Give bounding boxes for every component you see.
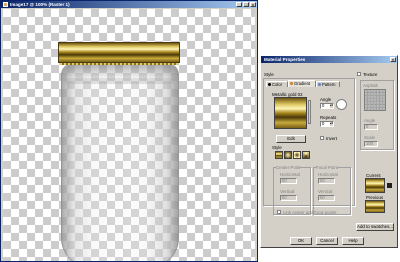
style-linear-button[interactable] — [275, 151, 283, 159]
texture-checkbox[interactable] — [357, 72, 361, 76]
dialog-close-button[interactable]: × — [390, 57, 396, 62]
close-button[interactable]: × — [250, 2, 256, 7]
center-vertical-label: Vertical — [280, 189, 295, 194]
cancel-button[interactable]: Cancel — [316, 237, 338, 245]
image-icon — [3, 2, 8, 7]
link-points-checkbox[interactable] — [277, 210, 281, 214]
invert-checkbox[interactable] — [320, 136, 324, 140]
gradient-preview[interactable] — [274, 97, 307, 129]
image-canvas[interactable] — [3, 9, 255, 261]
jar-lid — [58, 42, 180, 63]
style-rectangular-button[interactable] — [284, 151, 292, 159]
help-button[interactable]: Help — [342, 237, 364, 245]
gradient-style-label: Style — [272, 145, 282, 150]
repeats-spinner[interactable]: 0 ▴▾ — [320, 121, 334, 127]
tab-color[interactable]: Color — [266, 81, 288, 87]
maximize-button[interactable]: □ — [243, 2, 249, 7]
style-label: Style — [264, 72, 274, 77]
style-sunburst-button[interactable] — [293, 151, 301, 159]
color-tab-icon — [268, 83, 271, 86]
image-window-titlebar[interactable]: Image17 @ 100% (Raster 1) _ □ × — [1, 1, 257, 8]
angle-dial[interactable] — [336, 99, 347, 110]
swap-icon[interactable] — [387, 183, 392, 188]
focal-horizontal-label: Horizontal — [318, 172, 338, 177]
angle-label: Angle — [320, 97, 332, 102]
texture-name-label: Asphalt — [363, 83, 378, 88]
angle-spinner[interactable]: 0 ▴▾ — [320, 103, 334, 109]
tab-gradient[interactable]: Gradient — [288, 80, 316, 87]
style-radial-button[interactable] — [302, 151, 310, 159]
texture-angle-label: Angle — [364, 118, 376, 123]
repeats-label: Repeats — [320, 115, 337, 120]
dialog-title: Material Properties — [264, 57, 306, 62]
focal-horizontal-spinner[interactable]: 50 — [318, 178, 335, 184]
jar-neck — [62, 64, 178, 78]
gradient-tab-icon — [290, 82, 293, 85]
center-horizontal-spinner[interactable]: 50 — [280, 178, 297, 184]
texture-scale-label: Scale — [364, 135, 375, 140]
link-points-label: Link center and focal points — [283, 210, 337, 215]
image-window: Image17 @ 100% (Raster 1) _ □ × — [0, 0, 258, 262]
focal-point-label: Focal Point — [316, 165, 338, 170]
pattern-tab-icon — [318, 83, 321, 86]
texture-preview[interactable] — [364, 89, 386, 111]
texture-angle-spinner[interactable]: 0 — [364, 124, 378, 130]
current-material-swatch — [365, 178, 385, 193]
texture-scale-spinner[interactable]: 100 — [364, 141, 378, 147]
minimize-button[interactable]: _ — [236, 2, 242, 7]
focal-vertical-spinner[interactable]: 50 — [318, 195, 335, 201]
edit-gradient-button[interactable]: Edit — [276, 135, 306, 143]
angle-spin-arrows[interactable]: ▴▾ — [330, 104, 333, 108]
tab-pattern[interactable]: Pattern — [316, 81, 340, 87]
repeats-spin-arrows[interactable]: ▴▾ — [330, 122, 333, 126]
gradient-dropdown-arrow[interactable] — [308, 100, 311, 124]
center-vertical-spinner[interactable]: 50 — [280, 195, 297, 201]
add-to-swatches-button[interactable]: Add to swatches... — [356, 223, 394, 231]
focal-vertical-label: Vertical — [318, 189, 333, 194]
previous-material-swatch[interactable] — [365, 200, 385, 213]
image-window-title: Image17 @ 100% (Raster 1) — [10, 2, 70, 7]
invert-label: Invert — [326, 136, 337, 141]
jar-body — [61, 63, 179, 261]
jar-shoulder — [62, 78, 178, 84]
ok-button[interactable]: OK — [290, 237, 312, 245]
center-point-label: Center Point — [276, 165, 301, 170]
texture-label: Texture — [363, 72, 378, 77]
center-horizontal-label: Horizontal — [280, 172, 300, 177]
dialog-titlebar[interactable]: Material Properties × — [261, 56, 397, 63]
